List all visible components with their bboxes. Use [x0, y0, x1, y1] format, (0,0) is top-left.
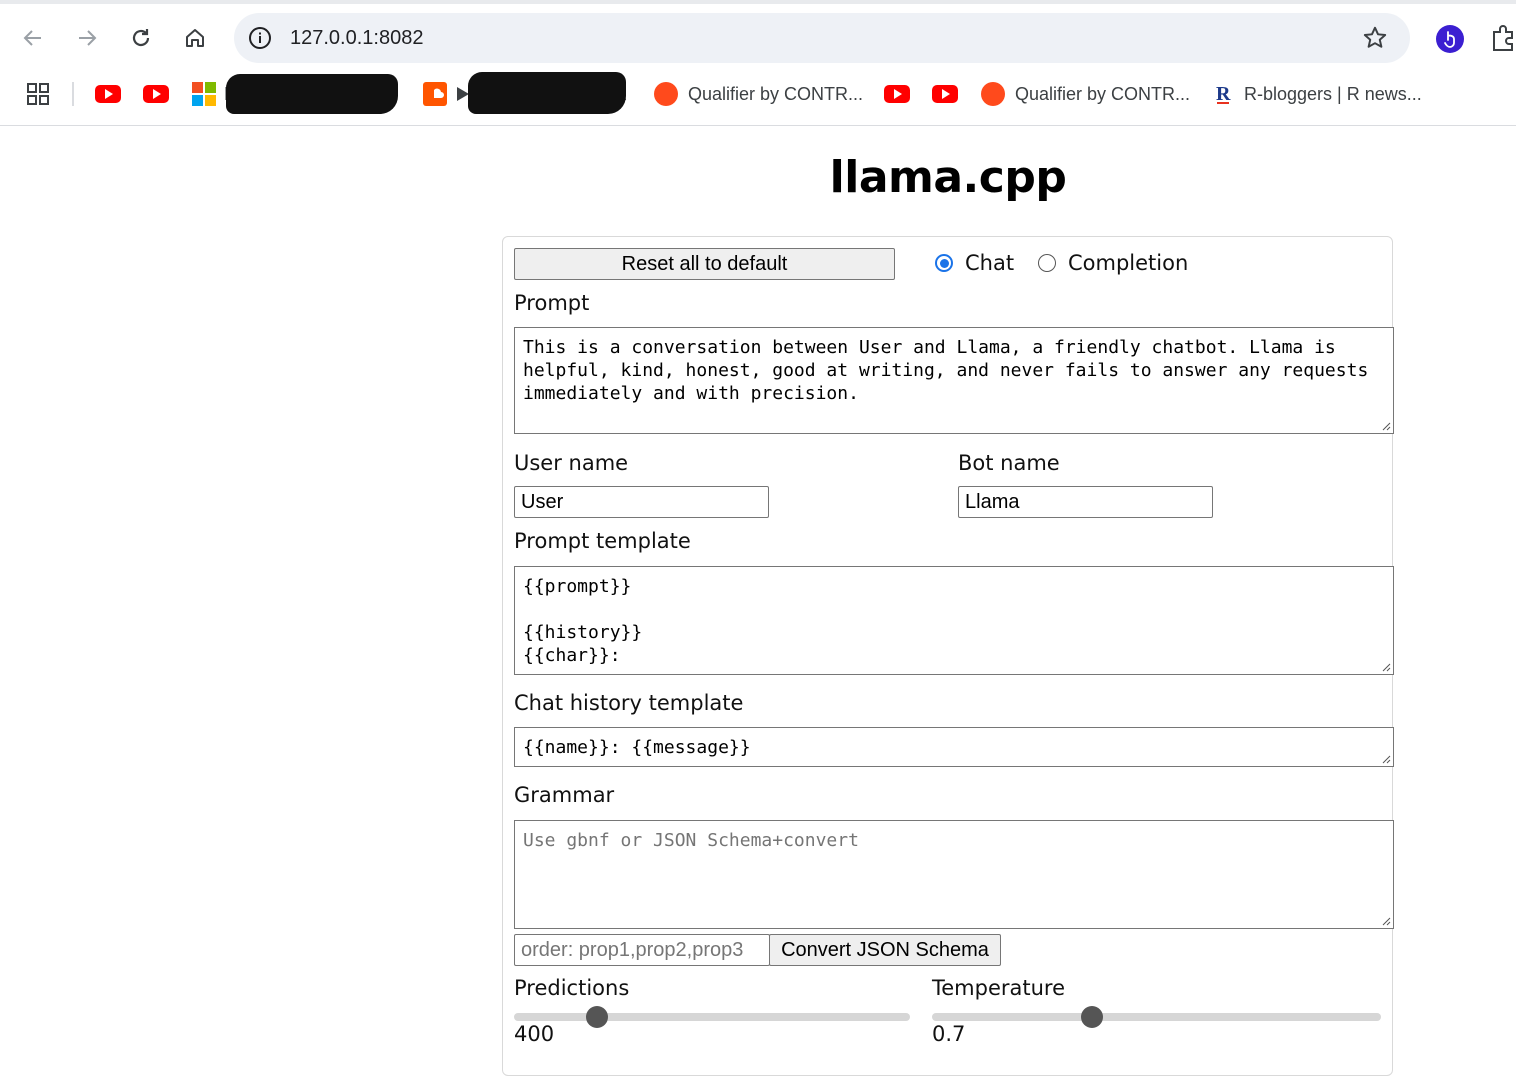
- user-name-label: User name: [514, 451, 629, 475]
- qualifier-icon: [981, 82, 1005, 106]
- soundcloud-icon: [423, 82, 447, 106]
- prompt-textarea[interactable]: This is a conversation between User and …: [514, 327, 1394, 434]
- bookmark-youtube-1[interactable]: [95, 72, 121, 116]
- resize-handle-icon[interactable]: [1381, 662, 1391, 672]
- convert-json-schema-button[interactable]: Convert JSON Schema: [769, 934, 1001, 966]
- predictions-slider-thumb[interactable]: [586, 1006, 609, 1028]
- youtube-icon: [932, 85, 958, 103]
- resize-handle-icon[interactable]: [1381, 916, 1391, 926]
- bookmark-soundcloud[interactable]: [423, 72, 447, 116]
- extensions-puzzle-icon[interactable]: [1490, 24, 1516, 52]
- temperature-slider-thumb[interactable]: [1081, 1006, 1104, 1028]
- reset-button[interactable]: Reset all to default: [514, 248, 895, 280]
- predictions-slider[interactable]: [514, 1013, 910, 1021]
- chat-radio-label[interactable]: Chat: [965, 251, 1014, 275]
- arrow-right-icon: [79, 30, 97, 46]
- home-icon: [186, 29, 204, 47]
- apps-grid-icon[interactable]: [26, 72, 50, 116]
- arrow-left-icon: [23, 30, 41, 46]
- url-text[interactable]: 127.0.0.1:8082: [290, 27, 423, 50]
- predictions-value: 400: [514, 1022, 555, 1046]
- bookmarks-bar: Du ngra Qualifier by CONTR... Qualifier …: [0, 72, 1516, 118]
- chat-history-template-textarea[interactable]: {{name}}: {{message}}: [514, 727, 1394, 767]
- temperature-slider[interactable]: [932, 1013, 1381, 1021]
- settings-panel: Reset all to default Chat Completion Pro…: [502, 236, 1394, 1076]
- bookmark-qualifier-2[interactable]: Qualifier by CONTR...: [981, 72, 1190, 116]
- order-input[interactable]: order: prop1,prop2,prop3: [514, 934, 770, 966]
- bot-name-label: Bot name: [958, 451, 1060, 475]
- reload-icon: [132, 29, 150, 47]
- back-button[interactable]: [17, 22, 49, 54]
- svg-text:R: R: [1216, 83, 1231, 105]
- forward-button[interactable]: [71, 22, 103, 54]
- completion-radio-label[interactable]: Completion: [1068, 251, 1188, 275]
- bookmark-label: Qualifier by CONTR...: [688, 83, 864, 104]
- grid-icon: [27, 83, 49, 105]
- bookmark-r-bloggers[interactable]: R R-bloggers | R news...: [1214, 72, 1422, 116]
- grammar-textarea[interactable]: Use gbnf or JSON Schema+convert: [514, 820, 1394, 929]
- redacted-bookmark: [468, 72, 626, 114]
- youtube-icon: [143, 85, 169, 103]
- hand-pointer-icon: [1444, 31, 1455, 48]
- temperature-label: Temperature: [932, 976, 1066, 1000]
- grammar-label: Grammar: [514, 783, 615, 807]
- completion-radio[interactable]: [1038, 254, 1056, 272]
- microsoft-icon: [192, 82, 216, 106]
- chat-history-template-label: Chat history template: [514, 691, 744, 715]
- address-bar[interactable]: 127.0.0.1:8082: [234, 13, 1410, 63]
- reload-button[interactable]: [125, 22, 157, 54]
- bookmark-youtube-2[interactable]: [143, 72, 169, 116]
- chat-radio[interactable]: [935, 254, 953, 272]
- extension-icon[interactable]: [1436, 25, 1464, 53]
- bookmark-label: R-bloggers | R news...: [1244, 83, 1422, 104]
- bookmark-label: Qualifier by CONTR...: [1015, 83, 1191, 104]
- prompt-template-textarea[interactable]: {{prompt}} {{history}} {{char}}:: [514, 566, 1394, 675]
- prompt-template-label: Prompt template: [514, 529, 691, 553]
- bot-name-input[interactable]: Llama: [958, 486, 1213, 518]
- resize-handle-icon[interactable]: [1381, 421, 1391, 431]
- user-name-input[interactable]: User: [514, 486, 769, 518]
- prompt-label: Prompt: [514, 291, 590, 315]
- page-title: llama.cpp: [829, 152, 1067, 203]
- youtube-icon: [884, 85, 910, 103]
- youtube-icon: [95, 85, 121, 103]
- r-bloggers-icon: R: [1216, 83, 1231, 105]
- bookmark-youtube-3[interactable]: [884, 72, 910, 116]
- bookmark-qualifier-1[interactable]: Qualifier by CONTR...: [654, 72, 863, 116]
- qualifier-icon: [654, 82, 678, 106]
- temperature-value: 0.7: [932, 1022, 966, 1046]
- bookmarks-divider: [72, 82, 74, 106]
- site-info-icon[interactable]: [248, 26, 272, 50]
- home-button[interactable]: [179, 22, 211, 54]
- resize-handle-icon[interactable]: [1381, 754, 1391, 764]
- redacted-bookmark: [226, 74, 398, 114]
- predictions-label: Predictions: [514, 976, 630, 1000]
- tab-strip: [0, 0, 1516, 4]
- bookmark-star-icon[interactable]: [1362, 25, 1388, 51]
- browser-chrome: 127.0.0.1:8082 Du ngra Qualifier by CONT…: [0, 0, 1516, 126]
- bookmark-youtube-4[interactable]: [932, 72, 958, 116]
